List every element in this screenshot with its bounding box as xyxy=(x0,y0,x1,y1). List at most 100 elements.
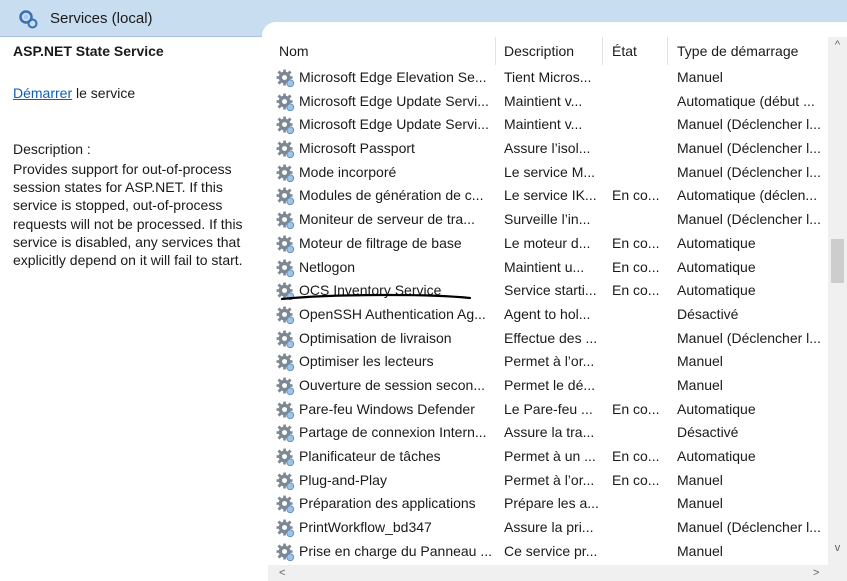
service-startup-type-cell: Manuel (Déclencher l... xyxy=(677,211,821,228)
scroll-right-arrow-icon[interactable]: > xyxy=(813,565,819,581)
services-icon xyxy=(19,10,38,29)
gear-icon xyxy=(276,211,295,230)
service-status-cell: En co... xyxy=(612,234,660,251)
service-name-cell: Pare-feu Windows Defender xyxy=(299,400,475,417)
column-separator[interactable] xyxy=(602,37,603,65)
table-row[interactable]: Netlogon Maintient u... En co... Automatiqu… xyxy=(268,256,828,280)
scroll-down-arrow-icon[interactable]: v xyxy=(828,542,847,554)
table-row[interactable]: Moteur de filtrage de base Le moteur d...… xyxy=(268,232,828,256)
gear-icon xyxy=(276,353,295,372)
service-name-cell: Partage de connexion Intern... xyxy=(299,424,487,441)
gear-icon xyxy=(276,235,295,254)
table-row[interactable]: Planificateur de tâches Permet à un ... En… xyxy=(268,445,828,469)
gear-icon xyxy=(276,164,295,183)
vertical-scrollbar[interactable]: ^ v xyxy=(828,37,847,565)
gear-icon xyxy=(276,140,295,159)
service-description-cell: Le service M... xyxy=(504,163,596,180)
table-row[interactable]: Ouverture de session secon... Permet le d… xyxy=(268,374,828,398)
service-description-cell: Assure l’isol... xyxy=(504,140,591,157)
service-name-cell: Microsoft Edge Update Servi... xyxy=(299,92,489,109)
service-description-cell: Tient Micros... xyxy=(504,69,592,85)
table-row[interactable]: OCS Inventory Service Service starti... En… xyxy=(268,279,828,303)
column-header-etat[interactable]: État xyxy=(612,37,637,65)
service-name-cell: Moteur de filtrage de base xyxy=(299,234,462,251)
scrollbar-corner xyxy=(828,565,847,581)
services-list: Microsoft Edge Elevation Se... Tient Micr… xyxy=(268,66,828,563)
table-row[interactable]: Optimiser les lecteurs Permet à l’or... Ma… xyxy=(268,350,828,374)
scroll-left-arrow-icon[interactable]: < xyxy=(279,565,285,581)
service-description-cell: Effectue des ... xyxy=(504,329,598,346)
service-description-cell: Prépare les a... xyxy=(504,495,599,512)
service-startup-type-cell: Manuel xyxy=(677,471,723,488)
table-row[interactable]: Partage de connexion Intern... Assure la … xyxy=(268,421,828,445)
service-description-cell: Ce service pr... xyxy=(504,542,598,559)
column-header-startup-type[interactable]: Type de démarrage xyxy=(677,37,798,65)
service-description-cell: Permet le dé... xyxy=(504,376,596,393)
services-table: Nom ^ Description État Type de démarrage… xyxy=(268,37,828,565)
service-name-cell: Optimiser les lecteurs xyxy=(299,353,434,370)
service-startup-type-cell: Manuel xyxy=(677,542,723,559)
service-startup-type-cell: Automatique xyxy=(677,258,756,275)
service-description-cell: Maintient v... xyxy=(504,92,583,109)
service-name-cell: Plug-and-Play xyxy=(299,471,387,488)
description-text: Provides support for out-of-process sess… xyxy=(13,161,243,269)
gear-icon xyxy=(276,306,295,325)
service-startup-type-cell: Désactivé xyxy=(677,424,739,441)
service-startup-type-cell: Automatique xyxy=(677,400,756,417)
service-description-cell: Permet à un ... xyxy=(504,448,596,464)
gear-icon xyxy=(276,424,295,443)
service-description-cell: Le Pare-feu ... xyxy=(504,400,593,417)
table-row[interactable]: Modules de génération de c... Le service … xyxy=(268,184,828,208)
service-status-cell: En co... xyxy=(612,187,660,204)
service-startup-type-cell: Manuel xyxy=(677,69,723,85)
service-description-cell: Assure la pri... xyxy=(504,519,594,536)
service-details-pane: ASP.NET State Service Démarrer le servic… xyxy=(0,37,268,581)
service-status-cell: En co... xyxy=(612,258,660,275)
service-name-cell: Microsoft Passport xyxy=(299,140,415,157)
service-startup-type-cell: Manuel (Déclencher l... xyxy=(677,140,821,157)
service-description-cell: Service starti... xyxy=(504,282,597,299)
table-row[interactable]: Microsoft Edge Elevation Se... Tient Micr… xyxy=(268,66,828,90)
table-row[interactable]: Pare-feu Windows Defender Le Pare-feu ...… xyxy=(268,398,828,422)
gear-icon xyxy=(276,116,295,135)
service-description-cell: Surveille l’in... xyxy=(504,211,591,228)
table-row[interactable]: Microsoft Edge Update Servi... Maintient … xyxy=(268,90,828,114)
table-row[interactable]: Plug-and-Play Permet à l’or... En co... Man… xyxy=(268,469,828,493)
table-row[interactable]: Prise en charge du Panneau ... Ce service… xyxy=(268,540,828,564)
gear-icon xyxy=(276,93,295,112)
gear-icon xyxy=(276,259,295,278)
table-row[interactable]: Microsoft Passport Assure l’isol... Manuel… xyxy=(268,137,828,161)
service-description-cell: Le moteur d... xyxy=(504,234,591,251)
service-name-cell: Modules de génération de c... xyxy=(299,187,484,204)
column-header-description[interactable]: Description xyxy=(504,37,574,65)
table-row[interactable]: PrintWorkflow_bd347 Assure la pri... Manue… xyxy=(268,516,828,540)
table-row[interactable]: Mode incorporé Le service M... Manuel (Déc… xyxy=(268,161,828,185)
scroll-up-arrow-icon[interactable]: ^ xyxy=(828,39,847,51)
table-row[interactable]: Microsoft Edge Update Servi... Maintient … xyxy=(268,113,828,137)
service-status-cell: En co... xyxy=(612,448,660,464)
service-name-cell: PrintWorkflow_bd347 xyxy=(299,519,432,536)
column-header-name[interactable]: Nom xyxy=(279,37,309,65)
table-row[interactable]: Moniteur de serveur de tra... Surveille l… xyxy=(268,208,828,232)
column-separator[interactable] xyxy=(667,37,668,65)
gear-icon xyxy=(276,282,295,301)
service-description-cell: Permet à l’or... xyxy=(504,353,595,370)
service-name-cell: OCS Inventory Service xyxy=(299,282,442,299)
horizontal-scrollbar[interactable]: < > xyxy=(268,565,828,581)
vertical-scroll-thumb[interactable] xyxy=(831,239,844,283)
gear-icon xyxy=(276,330,295,349)
gear-icon xyxy=(276,495,295,514)
service-name-cell: Prise en charge du Panneau ... xyxy=(299,542,493,559)
service-name-cell: Ouverture de session secon... xyxy=(299,376,485,393)
table-row[interactable]: Préparation des applications Prépare les … xyxy=(268,492,828,516)
service-startup-type-cell: Manuel xyxy=(677,376,723,393)
service-name-cell: Netlogon xyxy=(299,258,356,275)
column-separator[interactable] xyxy=(495,37,496,65)
start-service-link[interactable]: Démarrer xyxy=(13,85,72,101)
gear-icon xyxy=(276,519,295,538)
table-row[interactable]: OpenSSH Authentication Ag... Agent to hol… xyxy=(268,303,828,327)
table-row[interactable]: Optimisation de livraison Effectue des ..… xyxy=(268,327,828,351)
service-status-cell: En co... xyxy=(612,400,660,417)
service-name-cell: Microsoft Edge Update Servi... xyxy=(299,116,489,133)
service-status-cell: En co... xyxy=(612,282,660,299)
